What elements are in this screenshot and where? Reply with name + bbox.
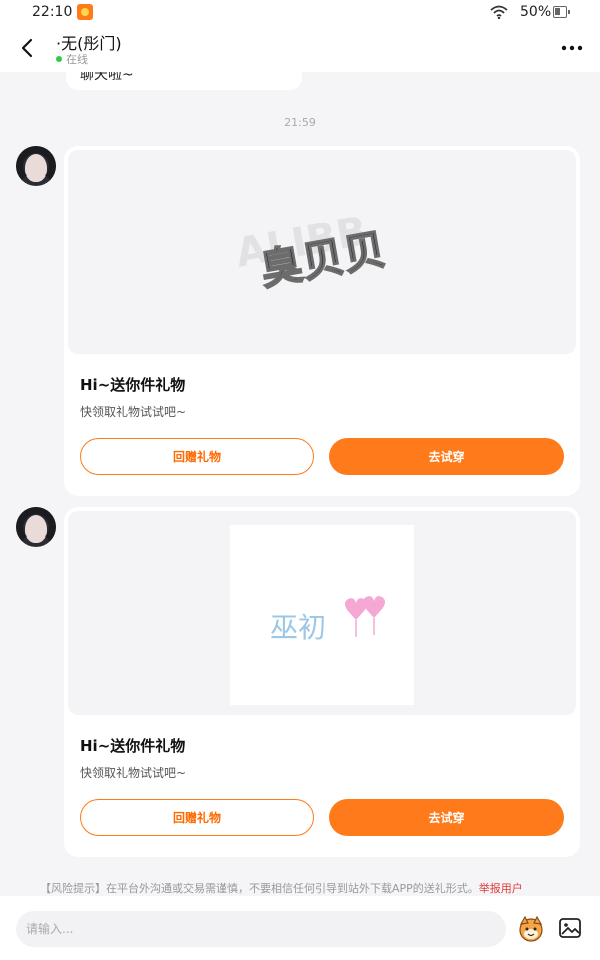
risk-notice: 【风险提示】在平台外沟通或交易需谨慎，不要相信任何引导到站外下载APP的送礼形式… — [40, 880, 580, 896]
battery-percentage: 50% — [520, 4, 552, 20]
risk-notice-text: 【风险提示】在平台外沟通或交易需谨慎，不要相信任何引导到站外下载APP的送礼形式… — [40, 882, 479, 895]
gift-card-title: Hi~送你件礼物 — [80, 737, 186, 755]
more-options-icon[interactable] — [560, 38, 584, 58]
online-status-label: 在线 — [66, 53, 88, 66]
app-notification-icon — [77, 4, 93, 20]
emoji-mascot-icon[interactable] — [516, 914, 546, 944]
gift-card-subtitle: 快领取礼物试试吧~ — [80, 766, 187, 780]
battery-icon — [553, 6, 570, 18]
gift-text-art: 巫初 — [270, 596, 385, 644]
sender-avatar[interactable] — [16, 507, 56, 547]
gift-card: 巫初 Hi~送你件礼物 快领取礼物试试吧~ 回赠礼物 去试穿 — [64, 507, 580, 857]
online-dot-icon — [56, 56, 62, 62]
report-user-link[interactable]: 举报用户 — [479, 882, 523, 895]
gift-preview-image[interactable]: ALIBB 臭贝贝 — [68, 150, 576, 354]
gift-image-text: 巫初 — [270, 611, 326, 644]
message-input[interactable] — [16, 911, 506, 947]
message-timestamp: 21:59 — [284, 116, 316, 129]
return-gift-button[interactable]: 回赠礼物 — [80, 799, 314, 836]
return-gift-button[interactable]: 回赠礼物 — [80, 438, 314, 475]
gift-card-title: Hi~送你件礼物 — [80, 376, 186, 394]
try-on-button[interactable]: 去试穿 — [329, 799, 564, 836]
status-time: 22:10 — [32, 4, 73, 20]
try-on-button[interactable]: 去试穿 — [329, 438, 564, 475]
sender-avatar[interactable] — [16, 146, 56, 186]
online-status: 在线 — [56, 51, 88, 67]
status-bar: 22:10 50% — [0, 0, 600, 26]
gift-card-subtitle: 快领取礼物试试吧~ — [80, 405, 187, 419]
wifi-icon — [490, 5, 508, 19]
gift-card: ALIBB 臭贝贝 Hi~送你件礼物 快领取礼物试试吧~ 回赠礼物 去试穿 — [64, 146, 580, 496]
gift-preview-panel: 巫初 — [230, 525, 414, 705]
gift-preview-image[interactable]: 巫初 — [68, 511, 576, 715]
image-picker-icon[interactable] — [558, 916, 582, 940]
back-arrow-icon[interactable] — [16, 36, 40, 60]
chat-header: ·无(彤门) 在线 — [0, 26, 600, 72]
message-input-bar — [0, 896, 600, 960]
gift-text-art: ALIBB 臭贝贝 — [232, 210, 389, 295]
